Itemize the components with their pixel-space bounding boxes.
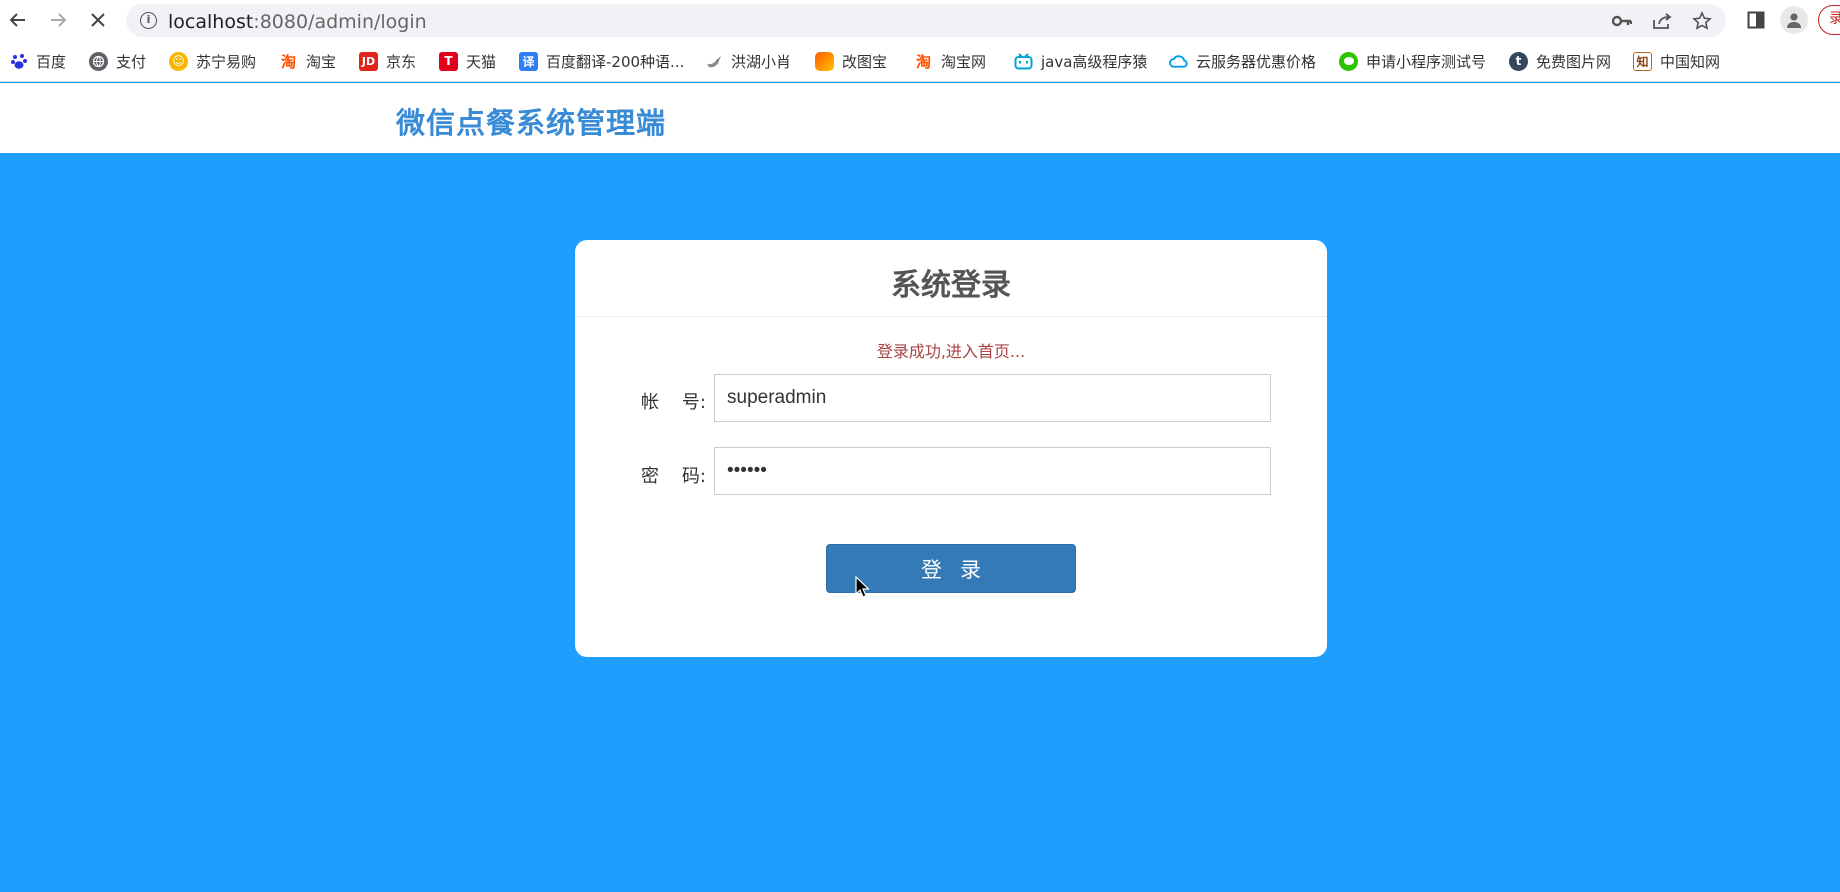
bookmark-label: 苏宁易购 bbox=[196, 52, 257, 71]
key-icon[interactable] bbox=[1610, 10, 1634, 32]
bookmark-wechat-miniprogram[interactable]: 申请小程序测试号 bbox=[1339, 50, 1486, 72]
bookmark-free-images[interactable]: t 免费图片网 bbox=[1509, 50, 1611, 72]
bookmark-label: 淘宝 bbox=[306, 52, 337, 71]
bookmark-label: 支付 bbox=[116, 52, 147, 71]
cloud-icon bbox=[1169, 52, 1188, 71]
bookmark-label: 天猫 bbox=[466, 52, 497, 71]
bookmark-label: 云服务器优惠价格 bbox=[1196, 52, 1317, 71]
taobao-icon: 淘 bbox=[280, 52, 296, 71]
bookmark-java[interactable]: java高级程序猿 bbox=[1014, 50, 1147, 72]
bookmark-label: 洪湖小肖 bbox=[731, 52, 792, 71]
bookmark-label: java高级程序猿 bbox=[1041, 52, 1148, 71]
bookmark-jd[interactable]: JD 京东 bbox=[359, 50, 416, 72]
mouse-cursor-icon bbox=[855, 575, 870, 602]
back-arrow-icon[interactable] bbox=[6, 8, 30, 32]
jd-icon: JD bbox=[359, 51, 378, 71]
profile-icon[interactable] bbox=[1779, 6, 1809, 34]
baidu-icon bbox=[9, 52, 28, 71]
suning-icon: ☺ bbox=[169, 51, 188, 71]
login-title: 系统登录 bbox=[891, 268, 1011, 303]
cnki-icon: 知 bbox=[1633, 51, 1652, 71]
account-label: 帐 号: bbox=[641, 392, 706, 413]
forward-arrow-icon[interactable] bbox=[46, 8, 70, 32]
title-divider bbox=[575, 316, 1327, 317]
translate-icon: 译 bbox=[519, 51, 538, 71]
bookmark-taobao-net[interactable]: 淘 淘宝网 bbox=[914, 50, 986, 72]
extension-badge[interactable]: 录 bbox=[1818, 5, 1840, 35]
bookmark-label: 百度 bbox=[36, 52, 67, 71]
bookmark-cloud[interactable]: 云服务器优惠价格 bbox=[1169, 50, 1316, 72]
tumblr-icon: t bbox=[1509, 51, 1528, 71]
bookmark-pay[interactable]: 支付 bbox=[89, 50, 146, 72]
site-title: 微信点餐系统管理端 bbox=[396, 106, 667, 140]
bookmark-label: 淘宝网 bbox=[941, 52, 987, 71]
url-text[interactable]: localhost:8080/admin/login bbox=[168, 11, 427, 33]
bookmark-tmall[interactable]: T 天猫 bbox=[439, 50, 496, 72]
account-input[interactable] bbox=[714, 374, 1271, 422]
bookmark-suning[interactable]: ☺ 苏宁易购 bbox=[169, 50, 256, 72]
browser-toolbar: i localhost:8080/admin/login 录 bbox=[0, 0, 1840, 41]
bookmark-label: 中国知网 bbox=[1660, 52, 1721, 71]
bookmark-label: 免费图片网 bbox=[1536, 52, 1612, 71]
bilibili-icon bbox=[1014, 52, 1033, 71]
bookmark-star-icon[interactable] bbox=[1690, 10, 1714, 32]
bookmarks-bar: 百度 支付 ☺ 苏宁易购 淘 淘宝 JD 京东 T 天猫 译 百度翻译-200种… bbox=[0, 41, 1840, 82]
bookmark-cnki[interactable]: 知 中国知网 bbox=[1633, 50, 1720, 72]
bookmark-taobao[interactable]: 淘 淘宝 bbox=[279, 50, 336, 72]
bookmark-label: 申请小程序测试号 bbox=[1366, 52, 1487, 71]
bookmark-label: 改图宝 bbox=[842, 52, 888, 71]
login-card: 系统登录 登录成功,进入首页... 帐 号: 密 码: 登录 bbox=[575, 240, 1327, 657]
password-label: 密 码: bbox=[641, 466, 706, 487]
bookmark-gaitubao[interactable]: 改图宝 bbox=[815, 50, 887, 72]
bookmark-baidu-translate[interactable]: 译 百度翻译-200种语... bbox=[519, 50, 684, 72]
site-info-icon[interactable]: i bbox=[140, 12, 157, 29]
login-status-message: 登录成功,进入首页... bbox=[876, 342, 1026, 361]
taobao-icon: 淘 bbox=[915, 52, 931, 71]
bird-icon bbox=[704, 52, 723, 71]
url-host: localhost bbox=[168, 11, 254, 33]
side-panel-icon[interactable] bbox=[1743, 7, 1769, 33]
gaitubao-icon bbox=[815, 51, 834, 71]
wechat-icon bbox=[1339, 51, 1358, 71]
bookmark-label: 京东 bbox=[386, 52, 417, 71]
address-bar[interactable]: i localhost:8080/admin/login bbox=[126, 4, 1726, 37]
stop-loading-icon[interactable] bbox=[86, 8, 110, 32]
bookmark-honghu[interactable]: 洪湖小肖 bbox=[704, 50, 791, 72]
site-header: 微信点餐系统管理端 bbox=[0, 83, 1840, 153]
bookmark-label: 百度翻译-200种语... bbox=[546, 52, 685, 71]
tmall-icon: T bbox=[439, 51, 458, 71]
globe-icon bbox=[89, 51, 108, 71]
share-icon[interactable] bbox=[1650, 10, 1674, 32]
password-input[interactable] bbox=[714, 447, 1271, 495]
url-path: :8080/admin/login bbox=[253, 11, 427, 33]
bookmark-baidu[interactable]: 百度 bbox=[9, 50, 66, 72]
